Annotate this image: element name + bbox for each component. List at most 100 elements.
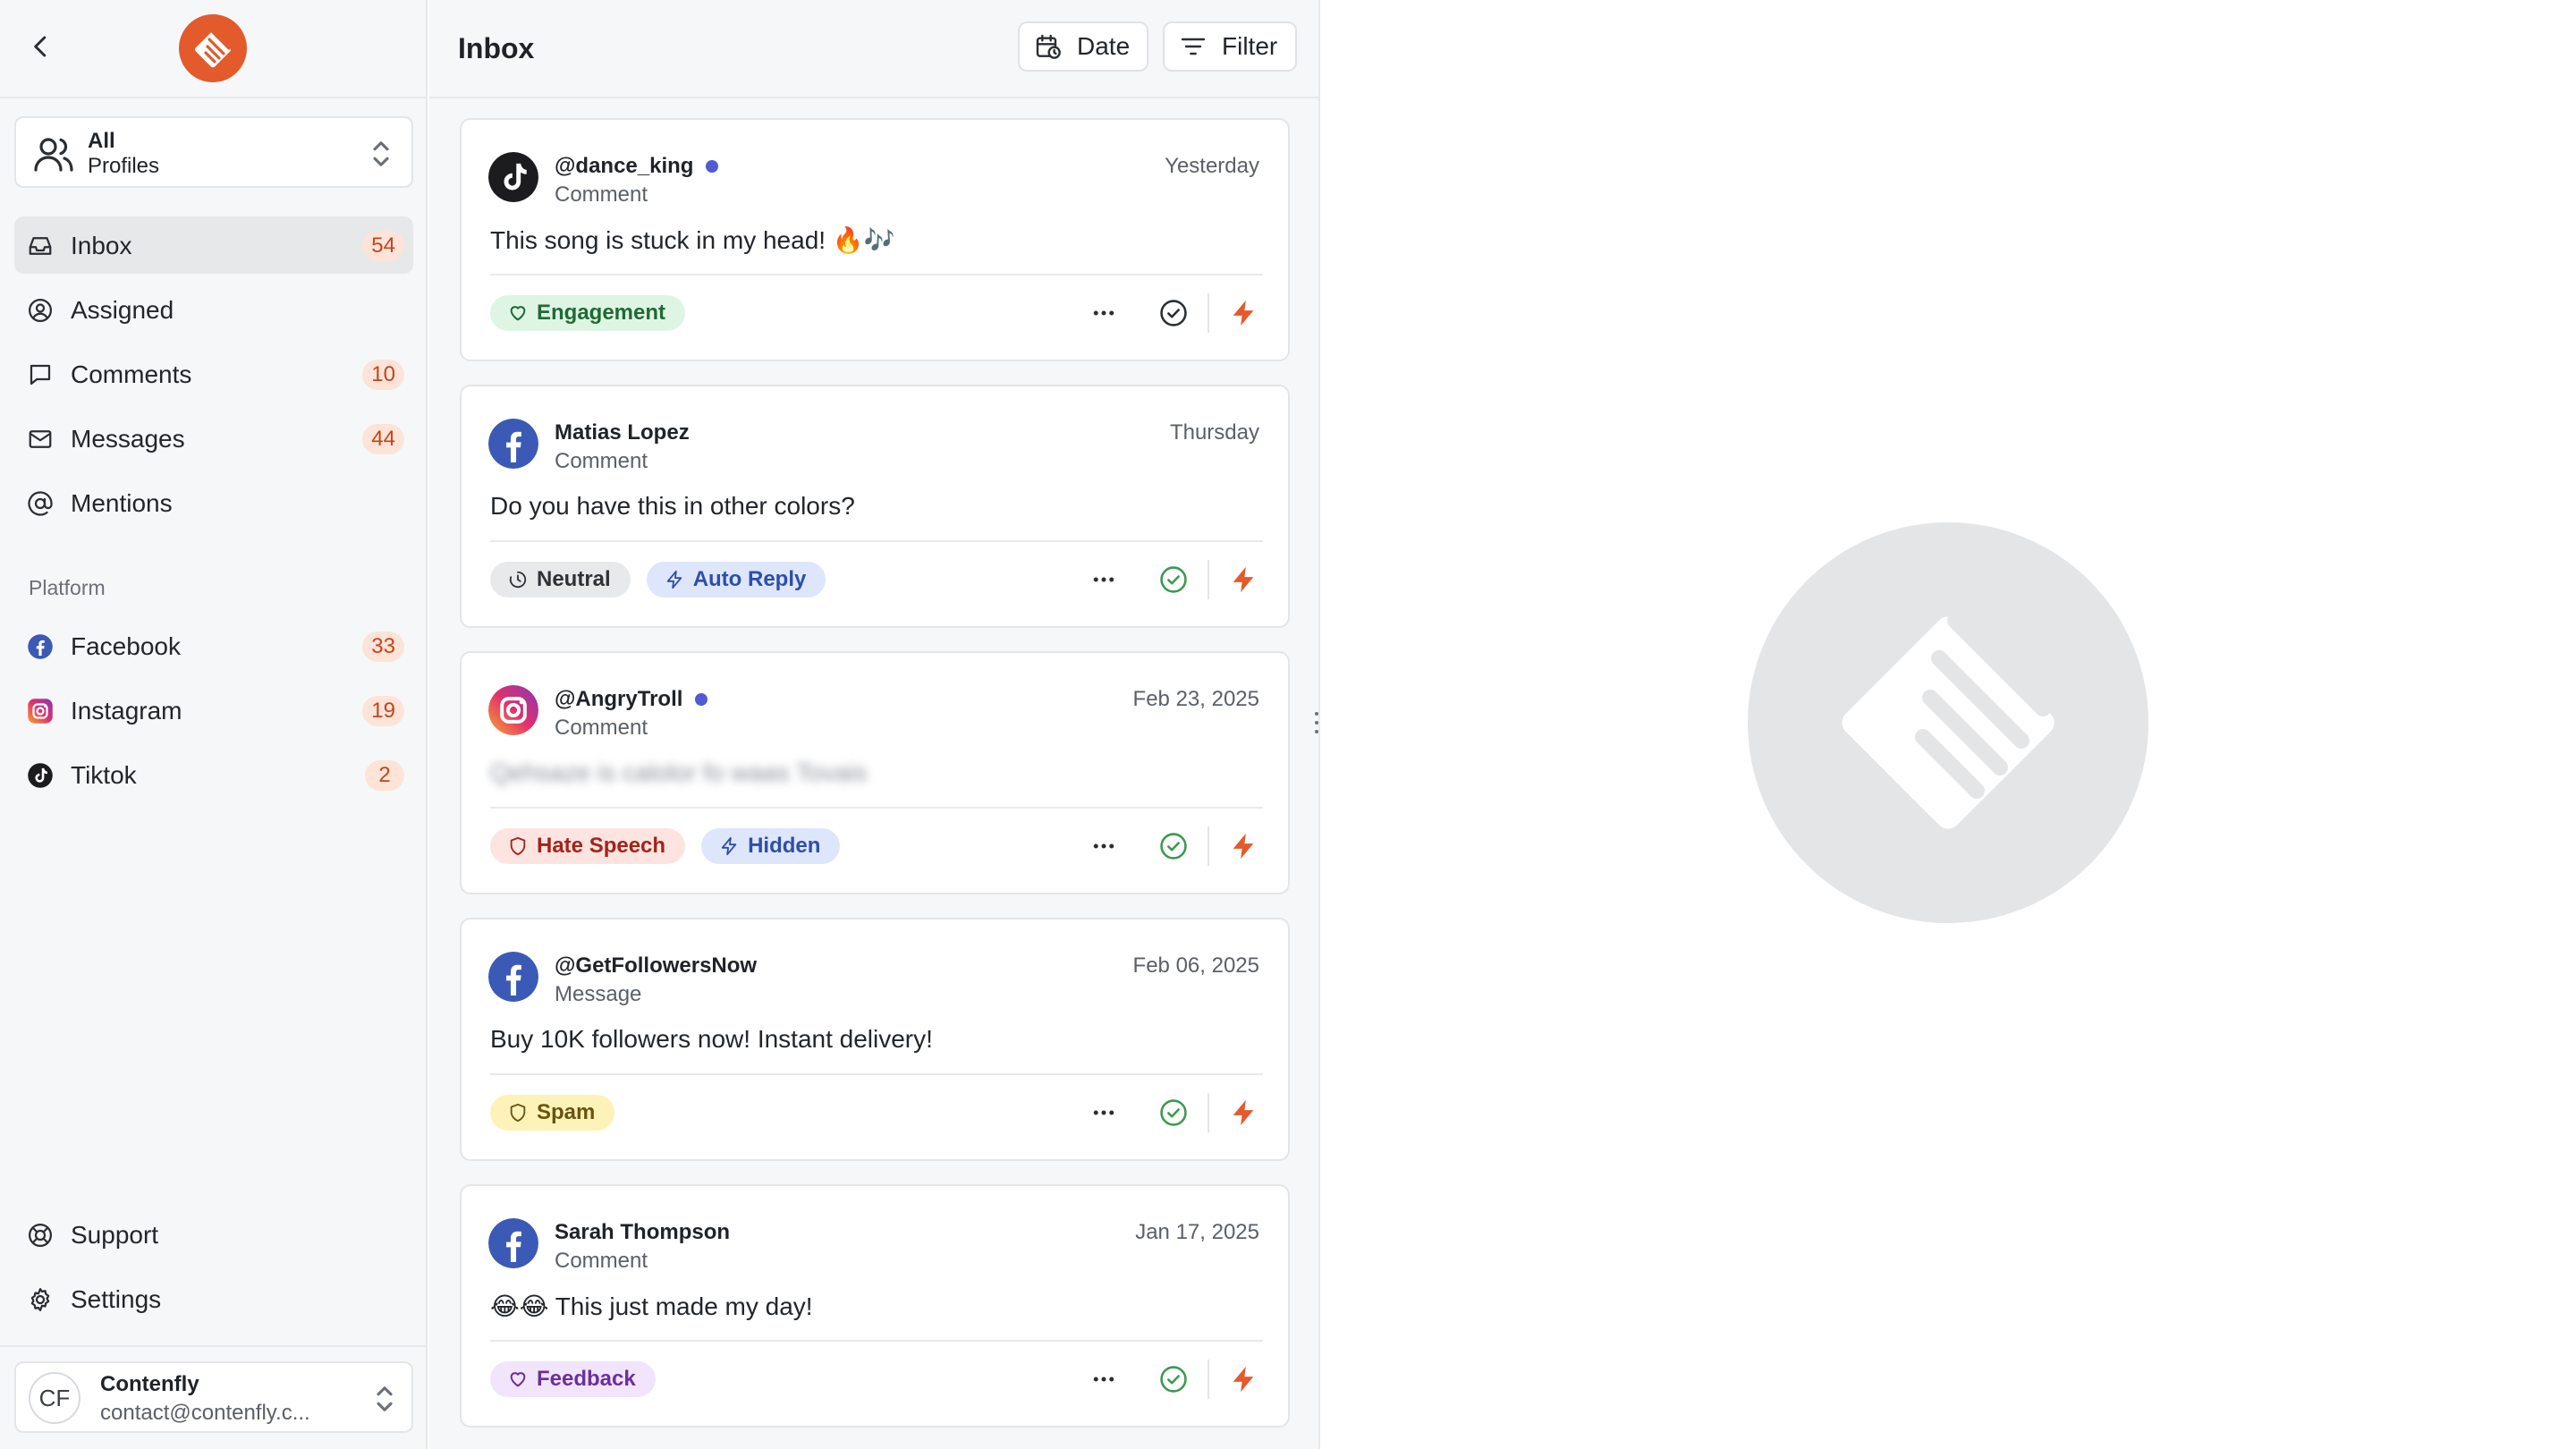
chevron-up-down-icon [377,1386,393,1411]
tag-hidden[interactable]: Hidden [701,828,841,864]
at-sign-icon [28,491,53,516]
app-logo[interactable] [179,14,247,82]
platform-section-label: Platform [29,576,106,599]
inbox-item[interactable]: @dance_king Comment Yesterday This song … [460,118,1290,361]
more-button[interactable] [1086,1095,1122,1131]
resolve-button[interactable] [1156,562,1191,597]
tag-hate-speech[interactable]: Hate Speech [490,828,686,864]
filter-button[interactable]: Filter [1163,21,1297,72]
tag-label: Auto Reply [692,567,807,591]
nav-item-comments[interactable]: Comments 10 [14,345,413,402]
nav-item-support[interactable]: Support [14,1206,413,1263]
item-actions [1086,1360,1261,1399]
tag-engagement[interactable]: Engagement [490,295,686,331]
item-text: 😂😂 This just made my day! [490,1292,813,1320]
nav-item-settings[interactable]: Settings [14,1270,413,1327]
nav-item-facebook[interactable]: Facebook 33 [14,617,413,674]
date-button[interactable]: Date [1018,21,1148,72]
back-button[interactable] [20,25,63,68]
author-name-text: @GetFollowersNow [555,953,758,978]
tag-auto-reply[interactable]: Auto Reply [646,562,826,597]
author-name[interactable]: @AngryTroll [555,687,708,712]
bolt-icon [1233,1099,1254,1126]
count-badge: 10 [362,360,404,390]
tag-label: Spam [537,1100,596,1124]
nav-item-instagram[interactable]: Instagram 19 [14,682,413,739]
inbox-item[interactable]: Matias Lopez Comment Thursday Do you hav… [460,385,1290,628]
tag-list: Engagement [490,295,686,331]
item-actions [1086,560,1261,599]
inbox-item[interactable]: @GetFollowersNow Message Feb 06, 2025 Bu… [460,918,1290,1161]
tiktok-icon [488,152,538,202]
item-actions [1086,293,1261,333]
inbox-panel: Inbox Date Filter @dance_king Comment Ye… [429,0,1320,1449]
more-horizontal-icon [1093,310,1114,316]
nav-item-label: Assigned [71,296,174,324]
inbox-item[interactable]: @AngryTroll Comment Feb 23, 2025 Qehsaze… [460,651,1290,894]
tiktok-icon [28,763,53,788]
author-name[interactable]: Matias Lopez [555,420,690,445]
quick-action-button[interactable] [1225,562,1261,597]
inbox-header: Inbox Date Filter [429,0,1318,98]
tag-spam[interactable]: Spam [490,1095,615,1131]
user-circle-icon [29,299,52,322]
quick-action-button[interactable] [1225,828,1261,864]
card-divider [490,1340,1263,1342]
item-type: Comment [555,182,648,207]
tag-label: Hate Speech [537,834,666,858]
profile-switcher[interactable]: All Profiles [14,116,413,188]
card-divider [490,274,1263,275]
filter-button-label: Filter [1222,32,1278,60]
comment-icon [30,364,51,386]
resolve-button[interactable] [1156,1361,1191,1397]
instagram-icon [488,685,538,735]
author-name[interactable]: @GetFollowersNow [555,953,757,979]
lifebuoy-icon [29,1224,52,1247]
facebook-icon [488,1218,538,1268]
quick-action-button[interactable] [1225,295,1261,331]
resolve-button[interactable] [1156,828,1191,864]
author-name[interactable]: @dance_king [555,154,719,179]
unread-dot [695,693,708,706]
item-type: Message [555,982,642,1006]
unread-dot [706,160,719,173]
action-divider [1208,1093,1209,1132]
more-button[interactable] [1086,1361,1122,1397]
profile-switcher-line2: Profiles [88,154,160,178]
nav-item-inbox[interactable]: Inbox 54 [14,216,413,274]
resolve-button[interactable] [1156,295,1191,331]
tag-neutral[interactable]: Neutral [490,562,631,597]
item-date: Yesterday [1165,154,1259,178]
nav-item-mentions[interactable]: Mentions [14,474,413,531]
more-button[interactable] [1086,828,1122,864]
bolt-icon [1233,300,1254,326]
bolt-icon [1233,566,1254,593]
nav-item-tiktok[interactable]: Tiktok 2 [14,746,413,803]
resolve-button[interactable] [1156,1095,1191,1131]
quick-action-button[interactable] [1225,1095,1261,1131]
nav-item-label: Comments [71,360,192,388]
tag-list: Hate Speech Hidden [490,828,841,864]
heart-icon [510,1372,526,1387]
nav-item-label: Mentions [71,489,173,517]
action-divider [1208,560,1209,599]
facebook-icon [28,634,53,659]
more-button[interactable] [1086,562,1122,597]
action-divider [1208,293,1209,333]
author-name[interactable]: Sarah Thompson [555,1220,730,1245]
facebook-icon [488,419,538,469]
account-switcher[interactable]: CF Contenfly contact@contenfly.c... [14,1361,413,1433]
tag-label: Hidden [748,834,821,858]
inbox-item[interactable]: Sarah Thompson Comment Jan 17, 2025 😂😂 T… [460,1184,1290,1428]
nav-item-messages[interactable]: Messages 44 [14,410,413,467]
avatar: CF [29,1372,80,1424]
nav-item-assigned[interactable]: Assigned [14,281,413,338]
inbox-icon [29,237,52,255]
quick-action-button[interactable] [1225,1361,1261,1397]
users-icon [34,138,73,172]
tag-feedback[interactable]: Feedback [490,1361,656,1397]
author-name-text: Matias Lopez [555,420,690,445]
count-badge: 54 [362,231,404,261]
author-name-text: @dance_king [555,154,694,178]
more-button[interactable] [1086,295,1122,331]
